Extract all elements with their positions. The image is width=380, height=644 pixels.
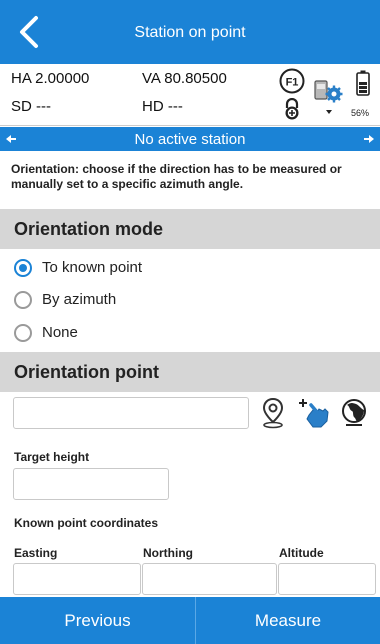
easting-input[interactable] <box>13 563 141 595</box>
radio-none[interactable]: None <box>14 321 314 345</box>
footer-bar: Previous Measure <box>0 597 380 644</box>
measure-button[interactable]: Measure <box>196 597 380 644</box>
station-status-bar[interactable]: No active station <box>0 127 380 151</box>
tap-select-point-icon[interactable] <box>297 397 331 429</box>
known-coordinates-label: Known point coordinates <box>14 516 158 530</box>
instrument-settings-icon[interactable] <box>314 78 344 106</box>
radio-button[interactable] <box>14 324 32 342</box>
chevron-down-icon[interactable] <box>324 108 334 116</box>
map-pin-icon[interactable] <box>261 397 285 429</box>
orientation-point-title: Orientation point <box>14 362 159 382</box>
f1-label: F1 <box>286 77 299 89</box>
station-status-text: No active station <box>134 131 246 148</box>
target-height-input[interactable] <box>13 468 169 500</box>
orientation-mode-title: Orientation mode <box>14 219 164 239</box>
battery-percent: 56% <box>351 108 370 118</box>
battery-icon <box>356 70 370 96</box>
ha-readout: HA 2.00000 <box>11 70 90 87</box>
orientation-description: Orientation: choose if the direction has… <box>11 162 342 191</box>
easting-label: Easting <box>14 546 58 560</box>
altitude-input[interactable] <box>278 563 376 595</box>
radio-to-known-point[interactable]: To known point <box>14 256 314 280</box>
northing-label: Northing <box>143 546 193 560</box>
page-title: Station on point <box>134 24 246 41</box>
northing-input[interactable] <box>142 563 277 595</box>
globe-icon[interactable] <box>340 397 368 429</box>
sd-readout: SD --- <box>11 98 51 115</box>
previous-button[interactable]: Previous <box>0 597 195 644</box>
app-header: Station on point <box>0 0 380 64</box>
va-readout: VA 80.80500 <box>142 70 227 87</box>
radio-button[interactable] <box>14 291 32 309</box>
radio-by-azimuth[interactable]: By azimuth <box>14 288 314 312</box>
radio-label: By azimuth <box>42 291 117 308</box>
radio-label: None <box>42 324 78 341</box>
orientation-point-input[interactable] <box>13 397 249 429</box>
radio-button-selected[interactable] <box>14 259 32 277</box>
altitude-label: Altitude <box>279 546 324 560</box>
lock-icon[interactable] <box>282 98 302 120</box>
orientation-mode-header: Orientation mode <box>0 209 380 249</box>
target-height-label: Target height <box>14 450 90 464</box>
hd-readout: HD --- <box>142 98 183 115</box>
radio-label: To known point <box>42 259 143 276</box>
f1-function-icon[interactable]: F1 <box>279 68 305 94</box>
arrow-right-icon[interactable] <box>364 135 374 143</box>
orientation-point-header: Orientation point <box>0 352 380 392</box>
